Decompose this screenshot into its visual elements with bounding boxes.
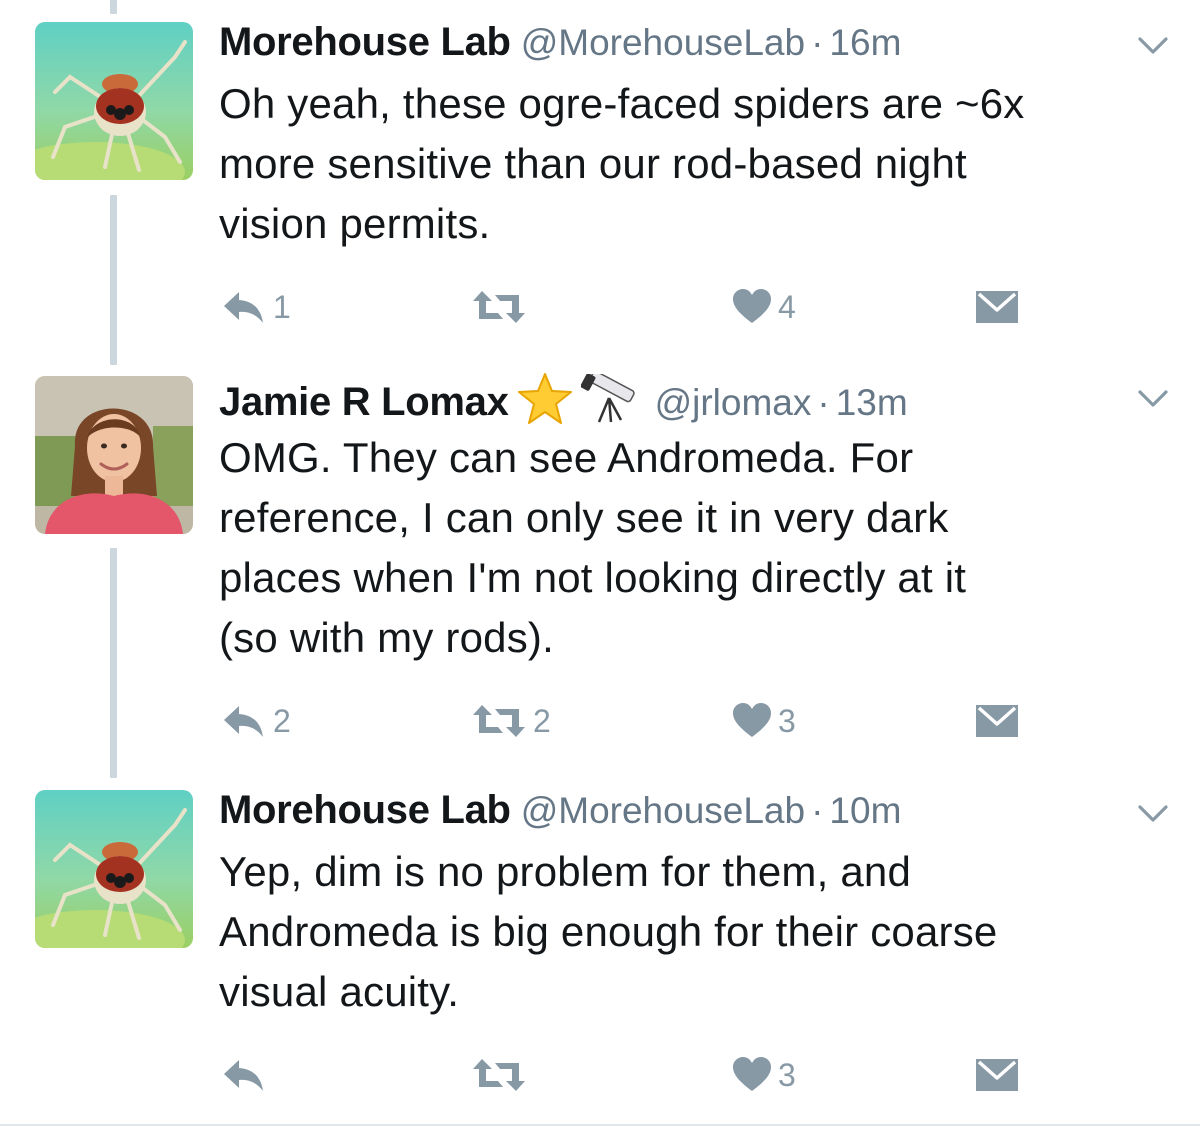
chevron-down-icon[interactable] bbox=[1137, 389, 1169, 409]
like-button[interactable]: 4 bbox=[732, 285, 796, 329]
tweet-text-line: Yep, dim is no problem for them, and bbox=[219, 848, 912, 895]
reply-icon bbox=[224, 706, 263, 737]
like-count: 4 bbox=[778, 288, 796, 325]
direct-message-button[interactable] bbox=[976, 1053, 1018, 1097]
divider bbox=[0, 1124, 1200, 1126]
reply-count: 1 bbox=[273, 288, 291, 325]
retweet-icon bbox=[473, 291, 525, 323]
retweet-count: 2 bbox=[533, 702, 551, 739]
retweet-icon bbox=[473, 705, 525, 737]
thread-line bbox=[110, 548, 117, 778]
author-name[interactable]: Jamie R Lomax bbox=[219, 380, 509, 424]
envelope-icon bbox=[976, 291, 1018, 323]
tweet-text-line: visual acuity. bbox=[219, 968, 460, 1015]
tweet-text-line: Andromeda is big enough for their coarse bbox=[219, 908, 998, 955]
tweet-text-line: places when I'm not looking directly at … bbox=[219, 554, 967, 601]
heart-icon bbox=[733, 703, 771, 737]
retweet-button[interactable] bbox=[471, 1053, 533, 1097]
author-handle[interactable]: @MorehouseLab bbox=[521, 22, 805, 63]
timestamp[interactable]: 16m bbox=[829, 22, 901, 63]
author-name[interactable]: Morehouse Lab bbox=[219, 788, 511, 832]
tweet-text-line: (so with my rods). bbox=[219, 614, 554, 661]
person-avatar-image bbox=[35, 376, 193, 534]
envelope-icon bbox=[976, 705, 1018, 737]
chevron-down-icon[interactable] bbox=[1137, 36, 1169, 56]
tweet-text-line: vision permits. bbox=[219, 200, 491, 247]
spider-avatar-image bbox=[35, 22, 193, 180]
author-name[interactable]: Morehouse Lab bbox=[219, 20, 511, 64]
separator-dot: · bbox=[817, 382, 830, 424]
retweet-icon bbox=[473, 1059, 525, 1091]
tweet-text: Oh yeah, these ogre-faced spiders are ~6… bbox=[219, 74, 1179, 254]
like-button[interactable]: 3 bbox=[732, 1053, 796, 1097]
avatar[interactable] bbox=[35, 22, 193, 180]
tweet-text-line: Oh yeah, these ogre-faced spiders are ~6… bbox=[219, 80, 1025, 127]
tweet-text: Yep, dim is no problem for them, and And… bbox=[219, 842, 1179, 1022]
like-count: 3 bbox=[778, 702, 796, 739]
separator-dot: · bbox=[811, 22, 824, 63]
avatar[interactable] bbox=[35, 790, 193, 948]
envelope-icon bbox=[976, 1059, 1018, 1091]
tweet-actions: 3 bbox=[219, 1053, 1039, 1097]
avatar[interactable] bbox=[35, 376, 193, 534]
direct-message-button[interactable] bbox=[976, 699, 1018, 743]
thread-line bbox=[110, 0, 117, 14]
tweet-header: Morehouse Lab @MorehouseLab · 16m bbox=[219, 18, 901, 67]
retweet-button[interactable] bbox=[471, 285, 533, 329]
tweet-text-line: more sensitive than our rod-based night bbox=[219, 140, 967, 187]
tweet-text: OMG. They can see Andromeda. For referen… bbox=[219, 428, 1179, 668]
tweet-actions: 2 2 3 bbox=[219, 699, 1039, 743]
tweet-text-line: reference, I can only see it in very dar… bbox=[219, 494, 949, 541]
timestamp[interactable]: 10m bbox=[829, 790, 901, 831]
like-button[interactable]: 3 bbox=[732, 699, 796, 743]
chevron-down-icon[interactable] bbox=[1137, 804, 1169, 824]
timestamp[interactable]: 13m bbox=[836, 382, 908, 423]
reply-button[interactable] bbox=[221, 1053, 273, 1097]
telescope-emoji bbox=[580, 370, 641, 435]
reply-button[interactable]: 2 bbox=[221, 699, 291, 743]
author-handle[interactable]: @jrlomax bbox=[655, 382, 812, 423]
like-count: 3 bbox=[778, 1056, 796, 1093]
spider-avatar-image bbox=[35, 790, 193, 948]
tweet-actions: 1 4 bbox=[219, 285, 1039, 329]
reply-count: 2 bbox=[273, 702, 291, 739]
separator-dot: · bbox=[811, 790, 824, 831]
retweet-button[interactable]: 2 bbox=[471, 699, 551, 743]
thread-line bbox=[110, 195, 117, 365]
author-handle[interactable]: @MorehouseLab bbox=[521, 790, 805, 831]
direct-message-button[interactable] bbox=[976, 285, 1018, 329]
heart-icon bbox=[733, 1057, 771, 1091]
heart-icon bbox=[733, 289, 771, 323]
reply-button[interactable]: 1 bbox=[221, 285, 291, 329]
reply-icon bbox=[224, 292, 263, 323]
tweet-header: Morehouse Lab @MorehouseLab · 10m bbox=[219, 786, 901, 835]
tweet-text-line: OMG. They can see Andromeda. For bbox=[219, 434, 914, 481]
reply-icon bbox=[224, 1060, 263, 1091]
